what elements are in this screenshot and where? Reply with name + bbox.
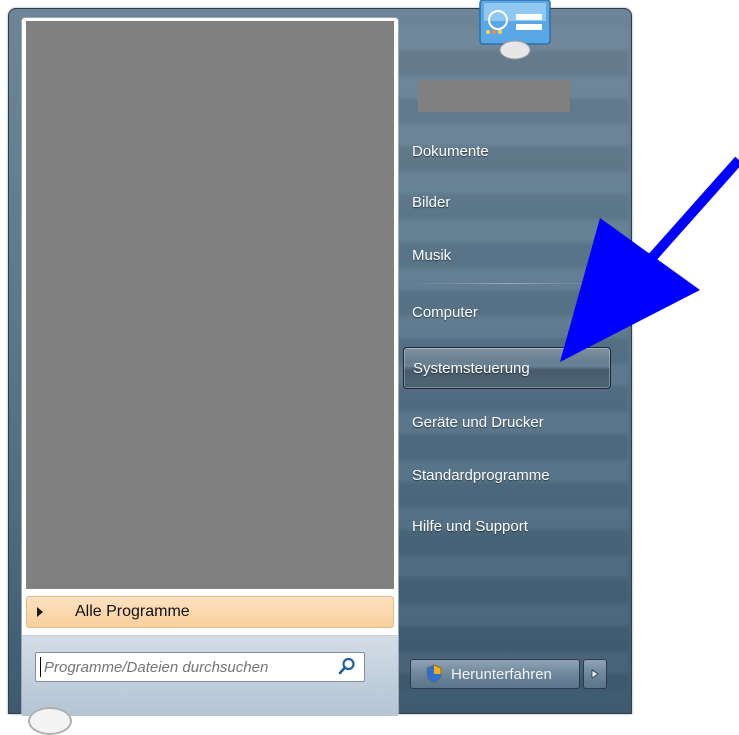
pinned-programs-list-redacted [26,21,394,589]
menu-item-geraete-und-drucker[interactable]: Geräte und Drucker [403,401,611,443]
username-redacted[interactable] [418,80,570,112]
left-pane: Alle Programme [21,17,399,716]
menu-item-dokumente[interactable]: Dokumente [403,130,611,172]
uac-shield-icon [426,664,442,684]
menu-item-bilder[interactable]: Bilder [403,181,611,223]
menu-separator [412,283,602,284]
menu-item-musik[interactable]: Musik [403,234,611,276]
menu-item-standardprogramme[interactable]: Standardprogramme [403,454,611,496]
search-icon[interactable] [338,657,356,675]
shutdown-label: Herunterfahren [451,665,552,683]
shutdown-button[interactable]: Herunterfahren [410,659,580,689]
triangle-right-icon [37,607,43,617]
all-programs-button[interactable]: Alle Programme [26,596,394,628]
search-box[interactable] [35,652,365,682]
user-tile-icon[interactable] [470,0,562,60]
search-input[interactable] [41,657,326,677]
all-programs-label: Alle Programme [75,603,190,620]
menu-item-hilfe-und-support[interactable]: Hilfe und Support [403,505,611,547]
shutdown-options-button[interactable] [583,659,607,689]
start-orb[interactable] [28,707,72,735]
arrow-right-icon [591,669,599,679]
search-area [22,635,398,716]
menu-item-systemsteuerung[interactable]: Systemsteuerung [403,347,611,389]
menu-item-computer[interactable]: Computer [403,291,611,333]
